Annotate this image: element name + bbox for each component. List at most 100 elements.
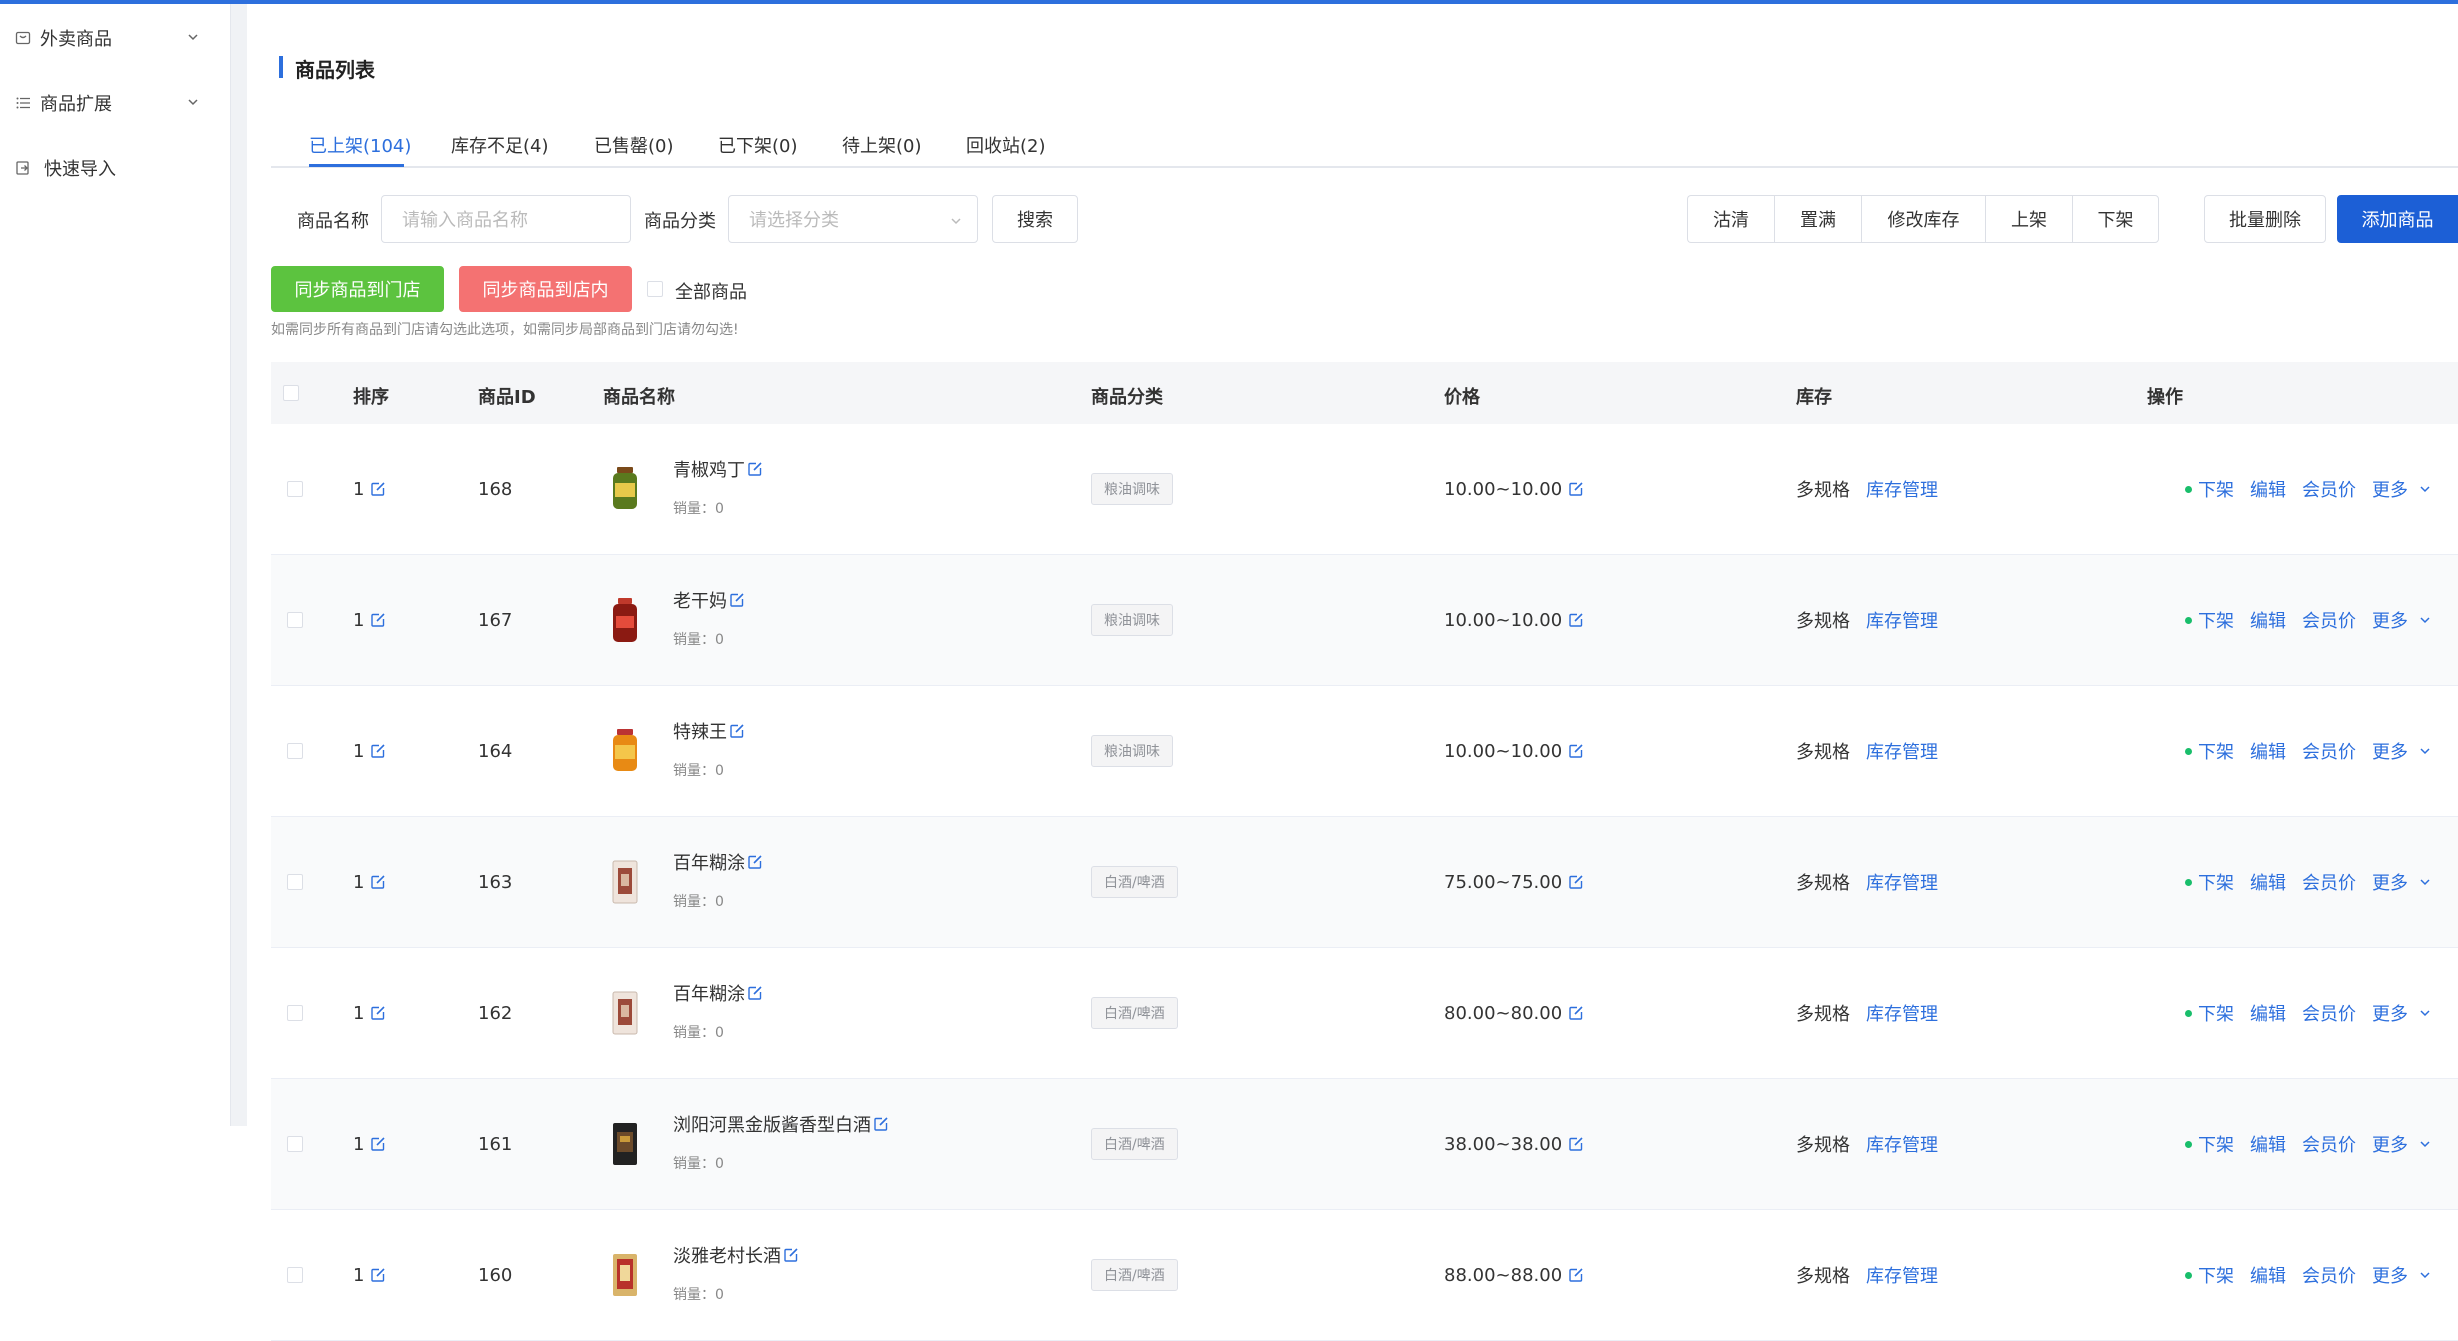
edit-name-icon[interactable] — [729, 592, 745, 608]
edit-name-icon[interactable] — [747, 461, 763, 477]
batch-delete-button[interactable]: 批量删除 — [2204, 195, 2326, 243]
tab-sold-out[interactable]: 已售罄(0) — [594, 132, 674, 158]
tab-off-shelf[interactable]: 已下架(0) — [718, 132, 798, 158]
edit-link[interactable]: 编辑 — [2250, 476, 2286, 502]
edit-sort-icon[interactable] — [370, 743, 386, 759]
take-off-shelf-link[interactable]: 下架 — [2198, 1131, 2234, 1157]
sidebar-item-takeout-goods[interactable]: 外卖商品 — [14, 22, 214, 54]
more-dropdown[interactable]: 更多 — [2372, 1131, 2408, 1157]
member-price-link[interactable]: 会员价 — [2302, 869, 2356, 895]
stock-management-link[interactable]: 库存管理 — [1866, 607, 1938, 633]
edit-link[interactable]: 编辑 — [2250, 1131, 2286, 1157]
row-checkbox[interactable] — [287, 1136, 303, 1152]
edit-name-icon[interactable] — [747, 985, 763, 1001]
product-thumbnail[interactable] — [595, 1245, 655, 1305]
edit-link[interactable]: 编辑 — [2250, 869, 2286, 895]
product-thumbnail[interactable] — [595, 983, 655, 1043]
edit-price-icon[interactable] — [1568, 874, 1584, 890]
row-checkbox[interactable] — [287, 481, 303, 497]
take-off-shelf-link[interactable]: 下架 — [2198, 1000, 2234, 1026]
modify-stock-button[interactable]: 修改库存 — [1861, 195, 1985, 243]
tab-low-stock[interactable]: 库存不足(4) — [451, 132, 549, 158]
edit-link[interactable]: 编辑 — [2250, 607, 2286, 633]
sidebar-item-goods-extension[interactable]: 商品扩展 — [14, 87, 214, 119]
sync-to-shop-button[interactable]: 同步商品到店内 — [459, 266, 632, 312]
edit-sort-icon[interactable] — [370, 1005, 386, 1021]
fill-stock-button[interactable]: 置满 — [1774, 195, 1861, 243]
stock-management-link[interactable]: 库存管理 — [1866, 738, 1938, 764]
edit-link[interactable]: 编辑 — [2250, 1000, 2286, 1026]
row-sort: 1 — [353, 740, 365, 762]
row-checkbox[interactable] — [287, 612, 303, 628]
row-cell-category: 白酒/啤酒 — [1091, 817, 1178, 947]
edit-name-icon[interactable] — [783, 1247, 799, 1263]
product-thumbnail[interactable] — [595, 721, 655, 781]
more-dropdown[interactable]: 更多 — [2372, 607, 2408, 633]
more-dropdown[interactable]: 更多 — [2372, 738, 2408, 764]
tab-pending[interactable]: 待上架(0) — [842, 132, 922, 158]
stock-management-link[interactable]: 库存管理 — [1866, 869, 1938, 895]
sync-to-store-button[interactable]: 同步商品到门店 — [271, 266, 444, 312]
take-off-shelf-button[interactable]: 下架 — [2072, 195, 2159, 243]
take-off-shelf-link[interactable]: 下架 — [2198, 738, 2234, 764]
take-off-shelf-link[interactable]: 下架 — [2198, 607, 2234, 633]
more-dropdown[interactable]: 更多 — [2372, 1000, 2408, 1026]
more-dropdown[interactable]: 更多 — [2372, 476, 2408, 502]
tab-recycle-bin[interactable]: 回收站(2) — [966, 132, 1046, 158]
member-price-link[interactable]: 会员价 — [2302, 476, 2356, 502]
search-button[interactable]: 搜索 — [992, 195, 1078, 243]
edit-price-icon[interactable] — [1568, 743, 1584, 759]
all-products-checkbox[interactable] — [647, 281, 663, 297]
edit-price-icon[interactable] — [1568, 481, 1584, 497]
edit-sort-icon[interactable] — [370, 481, 386, 497]
take-off-shelf-link[interactable]: 下架 — [2198, 869, 2234, 895]
member-price-link[interactable]: 会员价 — [2302, 1131, 2356, 1157]
header-product-id[interactable]: 商品ID — [478, 383, 536, 409]
stock-management-link[interactable]: 库存管理 — [1866, 1000, 1938, 1026]
tab-on-shelf[interactable]: 已上架(104) — [309, 132, 411, 158]
edit-link[interactable]: 编辑 — [2250, 1262, 2286, 1288]
row-checkbox[interactable] — [287, 743, 303, 759]
product-thumbnail[interactable] — [595, 1114, 655, 1174]
edit-name-icon[interactable] — [747, 854, 763, 870]
edit-link[interactable]: 编辑 — [2250, 738, 2286, 764]
take-off-shelf-link[interactable]: 下架 — [2198, 1262, 2234, 1288]
member-price-link[interactable]: 会员价 — [2302, 607, 2356, 633]
sales-count: 0 — [715, 1156, 724, 1172]
clear-stock-button[interactable]: 沽清 — [1687, 195, 1774, 243]
stock-management-link[interactable]: 库存管理 — [1866, 1131, 1938, 1157]
header-sort[interactable]: 排序 — [353, 383, 389, 409]
more-dropdown[interactable]: 更多 — [2372, 1262, 2408, 1288]
edit-name-icon[interactable] — [873, 1116, 889, 1132]
member-price-link[interactable]: 会员价 — [2302, 1262, 2356, 1288]
edit-price-icon[interactable] — [1568, 1136, 1584, 1152]
product-thumbnail[interactable] — [595, 459, 655, 519]
row-cell-select — [287, 948, 303, 1078]
edit-price-icon[interactable] — [1568, 1267, 1584, 1283]
row-checkbox[interactable] — [287, 874, 303, 890]
stock-management-link[interactable]: 库存管理 — [1866, 1262, 1938, 1288]
name-search-input[interactable]: 请输入商品名称 — [381, 195, 631, 243]
sidebar-item-quick-import[interactable]: 快速导入 — [14, 152, 214, 184]
stock-management-link[interactable]: 库存管理 — [1866, 476, 1938, 502]
edit-sort-icon[interactable] — [370, 874, 386, 890]
table-row: 1 164 特辣王 销量：0 粮油调味 10.00~10.00 多规格 库存管理 下架 编辑 会员价… — [271, 686, 2458, 817]
edit-name-icon[interactable] — [729, 723, 745, 739]
category-select[interactable]: 请选择分类 — [728, 195, 978, 243]
edit-sort-icon[interactable] — [370, 1267, 386, 1283]
row-checkbox[interactable] — [287, 1267, 303, 1283]
edit-sort-icon[interactable] — [370, 1136, 386, 1152]
edit-sort-icon[interactable] — [370, 612, 386, 628]
edit-price-icon[interactable] — [1568, 612, 1584, 628]
select-all-checkbox[interactable] — [283, 385, 299, 401]
add-product-button[interactable]: 添加商品 — [2337, 195, 2458, 243]
take-off-shelf-link[interactable]: 下架 — [2198, 476, 2234, 502]
product-thumbnail[interactable] — [595, 590, 655, 650]
member-price-link[interactable]: 会员价 — [2302, 738, 2356, 764]
put-on-shelf-button[interactable]: 上架 — [1985, 195, 2072, 243]
row-checkbox[interactable] — [287, 1005, 303, 1021]
more-dropdown[interactable]: 更多 — [2372, 869, 2408, 895]
product-thumbnail[interactable] — [595, 852, 655, 912]
edit-price-icon[interactable] — [1568, 1005, 1584, 1021]
member-price-link[interactable]: 会员价 — [2302, 1000, 2356, 1026]
